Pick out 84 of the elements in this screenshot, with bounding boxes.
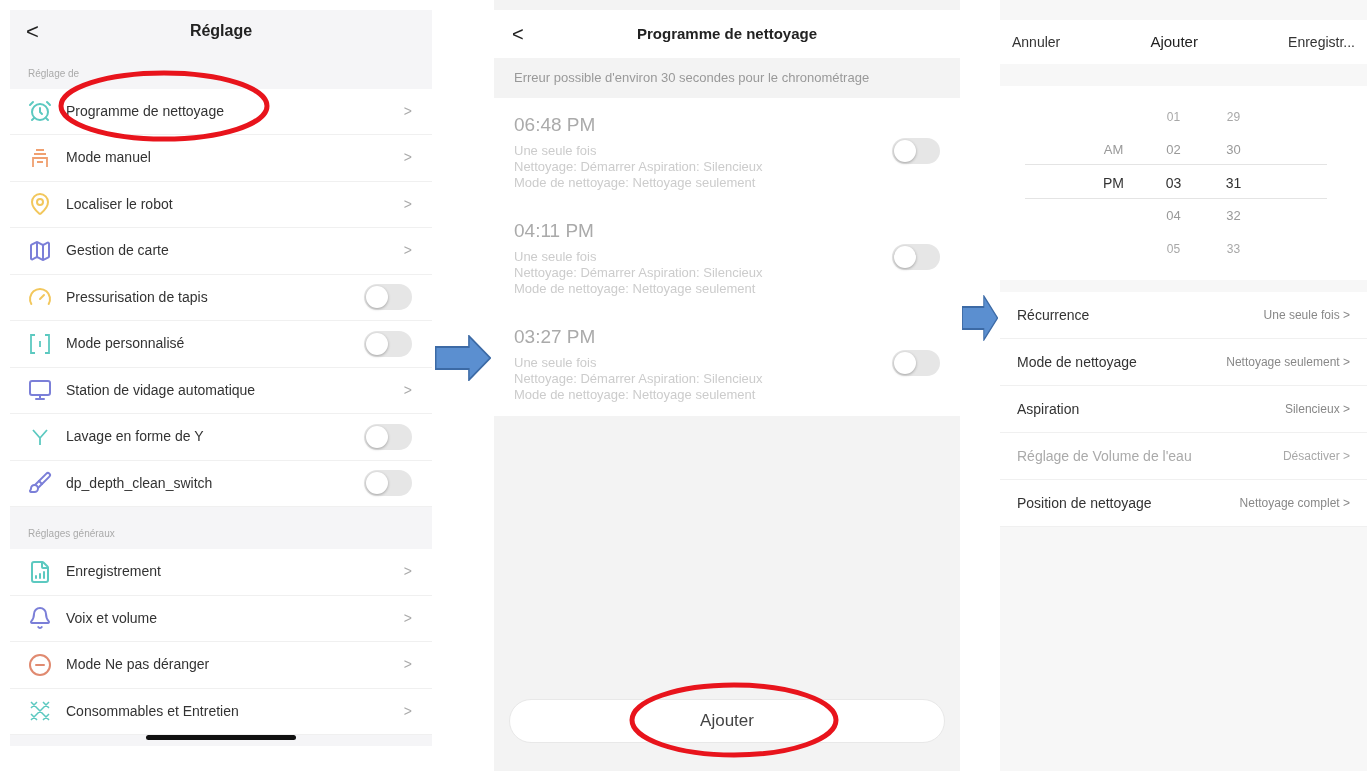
settings-row[interactable]: dp_depth_clean_switch <box>10 460 432 507</box>
settings-row[interactable]: Enregistrement > <box>10 549 432 596</box>
screen-title: Réglage <box>188 21 254 42</box>
row-label: Voix et volume <box>66 608 159 628</box>
map-icon <box>28 238 52 263</box>
row-label: Lavage en forme de Y <box>66 427 205 447</box>
row-label: Récurrence <box>1017 305 1090 325</box>
picker-item[interactable]: 03 <box>1153 166 1194 200</box>
section-label: Réglage de <box>28 66 80 81</box>
chevron: > <box>403 194 412 214</box>
row-label: Pressurisation de tapis <box>66 287 209 307</box>
toggle-switch[interactable] <box>892 350 940 376</box>
entry-time: 06:48 PM <box>514 113 597 138</box>
chevron: > <box>403 380 412 400</box>
row-label: Programme de nettoyage <box>66 101 225 121</box>
form-row[interactable]: Position de nettoyage Nettoyage complet > <box>1000 480 1367 527</box>
right-arrow <box>435 335 491 381</box>
row-value: Nettoyage seulement > <box>1226 354 1350 371</box>
chevron: > <box>403 148 412 168</box>
row-label: Mode personnalisé <box>66 334 186 354</box>
row-label: Mode manuel <box>66 148 152 168</box>
chevron: > <box>403 101 412 121</box>
row-label: Mode de nettoyage <box>1017 352 1137 372</box>
row-value: Une seule fois > <box>1263 307 1350 324</box>
brackets-icon <box>28 331 52 356</box>
row-label: Gestion de carte <box>66 241 170 261</box>
settings-row[interactable]: Pressurisation de tapis <box>10 274 432 321</box>
toggle-switch[interactable] <box>364 284 412 311</box>
screen-title: Ajouter <box>1150 31 1198 52</box>
row-label: Réglage de Volume de l'eau <box>1017 446 1192 466</box>
row-label: Localiser le robot <box>66 194 174 214</box>
entry-time: 03:27 PM <box>514 325 597 350</box>
screen-title: Programme de nettoyage <box>635 23 819 44</box>
save-button[interactable]: Enregistr... <box>1288 31 1355 53</box>
picker-item[interactable]: PM <box>1093 166 1134 200</box>
settings-row[interactable]: Mode manuel > <box>10 135 432 182</box>
bell-icon <box>28 606 52 631</box>
location-pin-icon <box>28 192 52 217</box>
chevron: > <box>403 608 412 628</box>
chevron: > <box>403 562 412 582</box>
cancel-button[interactable]: Annuler <box>1012 31 1061 53</box>
chevron: > <box>403 655 412 675</box>
row-label: dp_depth_clean_switch <box>66 473 214 493</box>
brush-icon <box>28 471 52 496</box>
row-value: Désactiver > <box>1282 448 1350 465</box>
settings-row[interactable]: Mode personnalisé <box>10 321 432 368</box>
station-icon <box>28 378 52 403</box>
chevron: > <box>403 701 412 721</box>
row-value: Nettoyage complet > <box>1239 495 1350 512</box>
settings-row[interactable]: Gestion de carte > <box>10 228 432 275</box>
row-label: Mode Ne pas déranger <box>66 655 211 675</box>
add-button[interactable]: Ajouter <box>509 699 945 743</box>
entry-time: 04:11 PM <box>514 219 595 244</box>
back-button[interactable]: < <box>512 19 524 49</box>
form-row[interactable]: Récurrence Une seule fois > <box>1000 292 1367 339</box>
settings-row[interactable]: Programme de nettoyage > <box>10 88 432 135</box>
section-label: Réglages généraux <box>28 527 115 541</box>
time-picker[interactable]: AM PM 01 02 03 04 05 29 30 31 32 33 <box>1000 86 1367 280</box>
row-value: Silencieux > <box>1284 401 1350 418</box>
back-button[interactable]: < <box>26 14 39 48</box>
form-row[interactable]: Aspiration Silencieux > <box>1000 386 1367 433</box>
toggle-switch[interactable] <box>364 330 412 357</box>
row-label: Position de nettoyage <box>1017 493 1152 513</box>
toggle-switch[interactable] <box>364 470 412 497</box>
picker-item[interactable]: 31 <box>1213 166 1254 200</box>
toggle-switch[interactable] <box>364 423 412 450</box>
toggle-switch[interactable] <box>892 244 940 270</box>
toggle-switch[interactable] <box>892 138 940 164</box>
alarm-clock-icon <box>28 99 52 124</box>
notice-text: Erreur possible d'environ 30 secondes pour le chronométrage <box>514 70 871 86</box>
row-label: Station de vidage automatique <box>66 380 257 400</box>
chevron: > <box>403 241 412 261</box>
settings-row[interactable]: Mode Ne pas déranger > <box>10 642 432 689</box>
chart-file-icon <box>28 559 52 584</box>
settings-row[interactable]: Lavage en forme de Y <box>10 414 432 461</box>
settings-row[interactable]: Localiser le robot > <box>10 181 432 228</box>
minus-circle-icon <box>28 652 52 677</box>
row-label: Enregistrement <box>66 562 162 582</box>
row-label: Consommables et Entretien <box>66 701 240 721</box>
settings-row[interactable]: Station de vidage automatique > <box>10 367 432 414</box>
settings-row[interactable]: Voix et volume > <box>10 595 432 642</box>
row-label: Aspiration <box>1017 399 1080 419</box>
form-row[interactable]: Mode de nettoyage Nettoyage seulement > <box>1000 339 1367 386</box>
right-arrow <box>962 295 998 341</box>
